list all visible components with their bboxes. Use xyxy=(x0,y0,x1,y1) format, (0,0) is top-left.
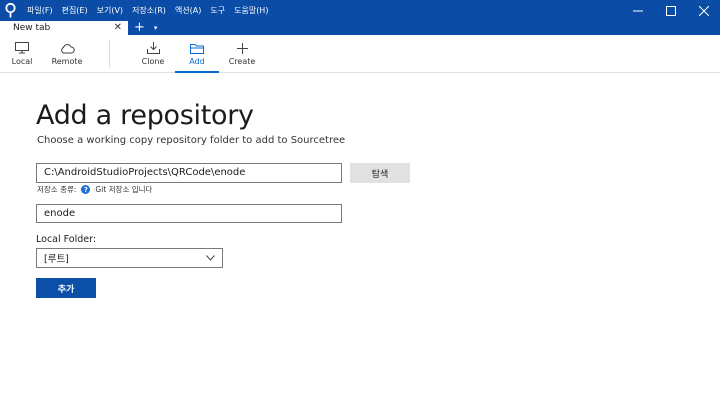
create-button[interactable]: Create xyxy=(225,35,259,73)
menu-file[interactable]: 파일(F) xyxy=(27,5,53,16)
title-bar: 파일(F) 편집(E) 보기(V) 저장소(R) 액션(A) 도구 도움말(H) xyxy=(0,0,720,21)
sourcetree-logo-icon xyxy=(0,0,21,21)
tab-list-chevron-icon[interactable]: ▾ xyxy=(154,21,158,35)
tab-close-icon[interactable]: ✕ xyxy=(114,23,122,33)
local-folder-label: Local Folder: xyxy=(36,234,97,245)
clone-label: Clone xyxy=(141,57,165,66)
menu-view[interactable]: 보기(V) xyxy=(97,5,123,16)
menu-bar: 파일(F) 편집(E) 보기(V) 저장소(R) 액션(A) 도구 도움말(H) xyxy=(27,5,277,16)
add-tab-icon[interactable]: + xyxy=(134,21,145,35)
active-tab-indicator xyxy=(175,71,219,73)
menu-help[interactable]: 도움말(H) xyxy=(234,5,268,16)
maximize-button[interactable] xyxy=(654,0,687,21)
maximize-icon xyxy=(665,5,676,16)
plus-icon xyxy=(236,42,248,54)
repository-type-info: 저장소 종류: ? Git 저장소 입니다 xyxy=(37,184,152,195)
clone-button[interactable]: Clone xyxy=(136,35,170,73)
monitor-icon xyxy=(15,42,29,54)
repository-type-value: Git 저장소 입니다 xyxy=(95,185,153,194)
local-button[interactable]: Local xyxy=(6,35,38,73)
remote-label: Remote xyxy=(51,56,83,66)
menu-actions[interactable]: 액션(A) xyxy=(175,5,201,16)
add-label: Add xyxy=(189,56,205,66)
menu-edit[interactable]: 편집(E) xyxy=(62,5,88,16)
tab-new-tab[interactable]: New tab ✕ xyxy=(0,21,128,35)
add-tool-button[interactable]: Add xyxy=(175,35,219,73)
toolbar-divider xyxy=(109,40,110,68)
page-title: Add a repository xyxy=(36,100,254,131)
repository-path-input[interactable]: C:\AndroidStudioProjects\QRCode\enode xyxy=(36,163,342,183)
menu-repository[interactable]: 저장소(R) xyxy=(132,5,166,16)
close-window-button[interactable] xyxy=(687,0,720,21)
minimize-button[interactable] xyxy=(621,0,654,21)
toolbar: Local Remote Clone Add Create xyxy=(0,35,720,73)
close-icon xyxy=(698,5,709,16)
repository-type-label: 저장소 종류: xyxy=(37,185,77,194)
browse-button[interactable]: 탐색 xyxy=(350,163,410,183)
local-folder-select[interactable]: [루트] xyxy=(36,248,223,268)
local-label: Local xyxy=(11,57,33,66)
minimize-icon xyxy=(632,10,643,11)
local-folder-value: [루트] xyxy=(44,254,69,265)
folder-icon xyxy=(190,43,204,54)
repository-name-input[interactable]: enode xyxy=(36,204,342,223)
page-subtitle: Choose a working copy repository folder … xyxy=(37,135,346,146)
tab-strip: New tab ✕ + ▾ xyxy=(0,21,720,35)
tab-label: New tab xyxy=(13,23,51,33)
menu-tools[interactable]: 도구 xyxy=(210,5,225,16)
download-icon xyxy=(146,42,160,54)
help-icon[interactable]: ? xyxy=(81,185,91,194)
cloud-icon xyxy=(60,43,75,53)
create-label: Create xyxy=(228,56,256,66)
window-controls xyxy=(621,0,720,21)
remote-button[interactable]: Remote xyxy=(50,35,84,73)
add-repository-button[interactable]: 추가 xyxy=(36,278,96,298)
chevron-down-icon xyxy=(206,255,215,261)
